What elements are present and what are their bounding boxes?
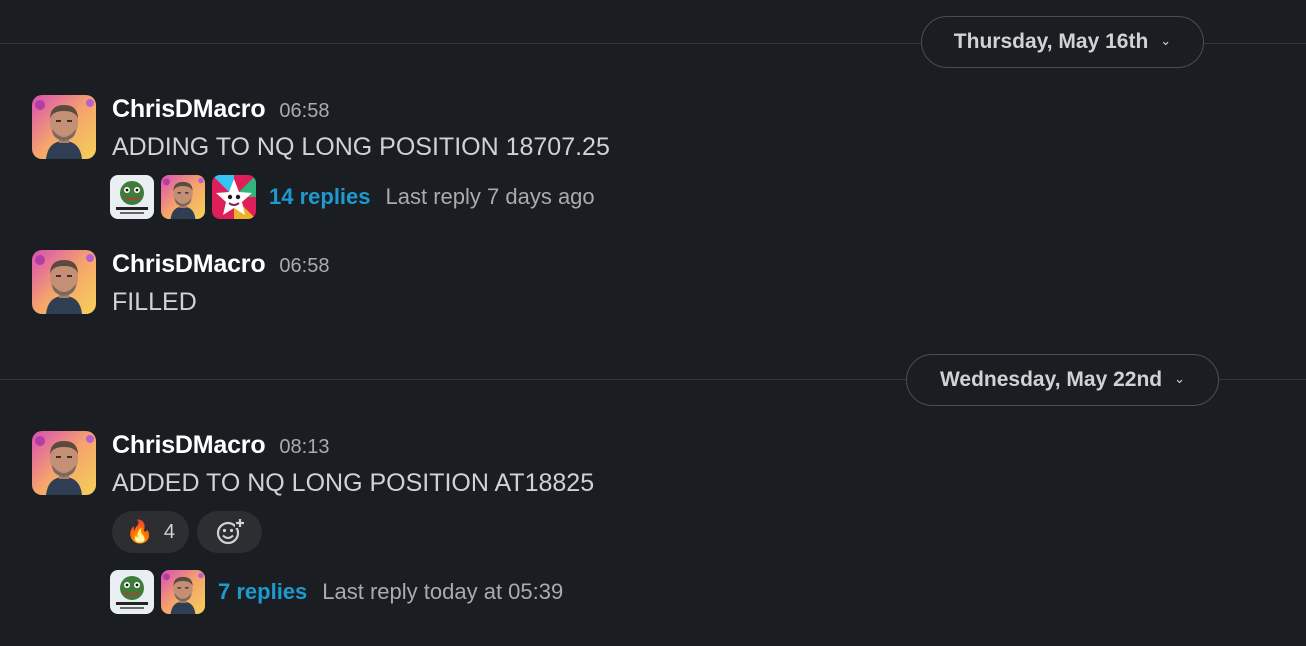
- reaction-count: 4: [163, 520, 175, 543]
- thread-summary[interactable]: 7 replies Last reply today at 05:39: [110, 569, 563, 615]
- message-header: ChrisDMacro 06:58: [112, 95, 329, 124]
- frog-logo-avatar: [110, 175, 154, 219]
- avatar[interactable]: [32, 95, 96, 159]
- author-name[interactable]: ChrisDMacro: [112, 250, 266, 279]
- timestamp[interactable]: 06:58: [279, 255, 329, 278]
- message-text: ADDED TO NQ LONG POSITION AT18825: [112, 469, 595, 497]
- reaction-fire[interactable]: 🔥 4: [112, 511, 189, 553]
- chevron-down-icon: ⌄: [1160, 33, 1172, 48]
- date-pill-thursday[interactable]: Thursday, May 16th ⌄: [921, 16, 1204, 68]
- add-reaction-button[interactable]: [197, 511, 262, 553]
- add-reaction-icon: [216, 518, 245, 545]
- message-text: ADDING TO NQ LONG POSITION 18707.25: [112, 133, 610, 161]
- fire-emoji-icon: 🔥: [126, 519, 154, 544]
- user-avatar: [161, 175, 205, 219]
- message-text: FILLED: [112, 288, 197, 316]
- message-header: ChrisDMacro 08:13: [112, 431, 329, 460]
- thread-replies-link[interactable]: 14 replies: [269, 184, 371, 210]
- author-name[interactable]: ChrisDMacro: [112, 431, 266, 460]
- avatar[interactable]: [32, 431, 96, 495]
- thread-last-reply: Last reply 7 days ago: [385, 184, 595, 209]
- star-face-avatar: [212, 175, 256, 219]
- avatar[interactable]: [32, 250, 96, 314]
- author-name[interactable]: ChrisDMacro: [112, 95, 266, 124]
- date-label: Wednesday, May 22nd: [939, 368, 1163, 391]
- message: ChrisDMacro 08:13 ADDED TO NQ LONG POSIT…: [32, 431, 1306, 621]
- thread-summary[interactable]: 14 replies Last reply 7 days ago: [110, 174, 595, 220]
- thread-replies-link[interactable]: 7 replies: [218, 579, 307, 605]
- reactions-bar: 🔥 4: [112, 511, 262, 553]
- timestamp[interactable]: 08:13: [279, 436, 329, 459]
- message-header: ChrisDMacro 06:58: [112, 250, 329, 279]
- message: ChrisDMacro 06:58 FILLED: [32, 250, 1306, 320]
- date-label: Thursday, May 16th: [953, 30, 1149, 53]
- timestamp[interactable]: 06:58: [279, 100, 329, 123]
- user-avatar: [161, 570, 205, 614]
- chevron-down-icon: ⌄: [1174, 371, 1186, 386]
- message: ChrisDMacro 06:58 ADDING TO NQ LONG POSI…: [32, 95, 1306, 225]
- frog-logo-avatar: [110, 570, 154, 614]
- thread-last-reply: Last reply today at 05:39: [322, 579, 564, 604]
- date-pill-wednesday[interactable]: Wednesday, May 22nd ⌄: [906, 354, 1219, 406]
